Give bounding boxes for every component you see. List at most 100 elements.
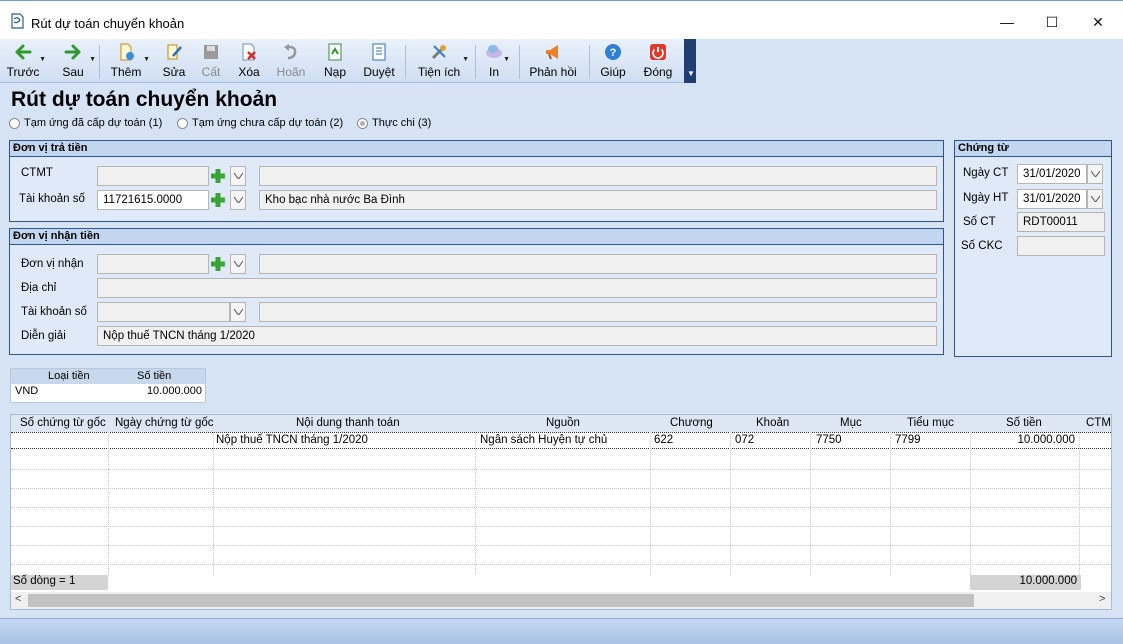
feedback-button[interactable]: Phản hồi xyxy=(525,39,581,83)
overflow-chevron-icon: ▼ xyxy=(687,69,695,78)
utility-dropdown-icon[interactable]: ▼ xyxy=(462,56,469,63)
approve-button[interactable]: Duyệt xyxy=(359,39,399,83)
cell-chapter[interactable]: 622 xyxy=(654,434,673,446)
grid-row-line xyxy=(11,564,1111,565)
posting-date-input[interactable]: 31/01/2020 xyxy=(1017,189,1087,209)
cell-subsection[interactable]: 7799 xyxy=(895,434,921,446)
print-dropdown-icon[interactable]: ▼ xyxy=(503,56,510,63)
payee-unit-description xyxy=(259,254,937,274)
delete-icon xyxy=(242,43,256,61)
print-icon xyxy=(486,45,502,58)
table-row[interactable]: Nộp thuế TNCN tháng 1/2020 Ngân sách Huy… xyxy=(11,432,1111,449)
voucher-date-input[interactable]: 31/01/2020 xyxy=(1017,164,1087,184)
back-label: Trước xyxy=(6,65,40,79)
cell-content[interactable]: Nộp thuế TNCN tháng 1/2020 xyxy=(216,434,368,446)
cell-section[interactable]: 7750 xyxy=(816,434,842,446)
grid-footer: Số dòng = 1 10.000.000 xyxy=(11,575,1111,590)
col-header-section[interactable]: Mục xyxy=(840,417,862,429)
back-button[interactable]: Trước ▼ xyxy=(4,39,46,83)
currency-table-header: Loại tiền Số tiền xyxy=(11,369,205,384)
save-label: Cất xyxy=(201,65,221,79)
ckc-input[interactable] xyxy=(1017,236,1105,256)
cell-item[interactable]: 072 xyxy=(735,434,754,446)
load-button[interactable]: Nạp xyxy=(318,39,352,83)
radio-label: Tạm ứng chưa cấp dự toán (2) xyxy=(192,117,344,129)
payer-account-input[interactable]: 11721615.0000 xyxy=(97,190,209,210)
back-dropdown-icon[interactable]: ▼ xyxy=(39,56,46,63)
scrollbar-thumb[interactable] xyxy=(28,594,974,607)
add-payee-icon[interactable] xyxy=(209,255,227,273)
col-header-doc-no[interactable]: Số chứng từ gốc xyxy=(20,417,106,429)
row-count: Số dòng = 1 xyxy=(11,575,108,590)
payee-account-description xyxy=(259,302,937,322)
add-dropdown-icon[interactable]: ▼ xyxy=(143,56,150,63)
edit-button[interactable]: Sửa xyxy=(157,39,191,83)
payee-account-input[interactable] xyxy=(97,302,230,322)
col-header-amount[interactable]: Số tiền xyxy=(1006,417,1042,429)
radio-advance-allocated[interactable]: Tạm ứng đã cấp dự toán (1) xyxy=(9,117,162,129)
payee-unit-dropdown[interactable] xyxy=(230,254,246,274)
scroll-left-icon[interactable]: < xyxy=(15,593,21,605)
payee-account-dropdown[interactable] xyxy=(230,302,246,322)
radio-circle-icon xyxy=(177,117,188,129)
utility-button[interactable]: Tiện ích ▼ xyxy=(413,39,469,83)
close-window-button[interactable]: ✕ xyxy=(1078,9,1118,35)
payer-group-title: Đơn vị trả tiền xyxy=(10,141,943,157)
posting-date-picker[interactable] xyxy=(1087,189,1103,209)
toolbar-separator xyxy=(405,45,406,79)
radio-selected-icon xyxy=(357,117,368,129)
col-header-source[interactable]: Nguồn xyxy=(546,417,580,429)
col-header-ctmt[interactable]: CTMT xyxy=(1086,417,1111,429)
horizontal-scrollbar[interactable]: < > xyxy=(11,592,1111,609)
toolbar-overflow-button[interactable]: ▼ xyxy=(684,39,696,83)
help-button[interactable]: ? Giúp xyxy=(596,39,630,83)
scroll-right-icon[interactable]: > xyxy=(1099,593,1105,605)
payee-unit-input[interactable] xyxy=(97,254,209,274)
payer-account-label: Tài khoản số xyxy=(19,193,85,205)
address-input[interactable] xyxy=(97,278,937,298)
ctmt-dropdown[interactable] xyxy=(230,166,246,186)
add-button[interactable]: Thêm ▼ xyxy=(106,39,150,83)
col-header-doc-date[interactable]: Ngày chứng từ gốc xyxy=(115,417,214,429)
currency-code: VND xyxy=(15,385,39,397)
payer-account-dropdown[interactable] xyxy=(230,190,246,210)
next-button[interactable]: Sau ▼ xyxy=(54,39,96,83)
col-header-content[interactable]: Nội dung thanh toán xyxy=(296,417,400,429)
minimize-button[interactable]: — xyxy=(987,9,1027,35)
approve-icon xyxy=(372,43,386,61)
radio-actual-spending[interactable]: Thực chi (3) xyxy=(357,117,431,129)
ctmt-input[interactable] xyxy=(97,166,209,186)
currency-table: Loại tiền Số tiền VND 10.000.000 xyxy=(10,368,206,403)
grid-row-line xyxy=(11,488,1111,489)
currency-row[interactable]: VND 10.000.000 xyxy=(11,384,205,400)
save-button[interactable]: Cất xyxy=(195,39,227,83)
maximize-button[interactable]: ☐ xyxy=(1032,9,1072,35)
posting-date-label: Ngày HT xyxy=(963,192,1009,204)
voucher-group-title: Chứng từ xyxy=(955,141,1111,157)
print-button[interactable]: In ▼ xyxy=(482,39,510,83)
voucher-date-picker[interactable] xyxy=(1087,164,1103,184)
megaphone-icon xyxy=(546,45,558,60)
grid-column-line xyxy=(475,432,476,577)
add-ctmt-icon[interactable] xyxy=(209,167,227,185)
col-header-subsection[interactable]: Tiểu mục xyxy=(907,417,954,429)
undo-button[interactable]: Hoãn xyxy=(272,39,310,83)
delete-button[interactable]: Xóa xyxy=(232,39,266,83)
memo-input[interactable]: Nộp thuế TNCN tháng 1/2020 xyxy=(97,326,937,346)
grid-row-line xyxy=(11,526,1111,527)
col-header-item[interactable]: Khoản xyxy=(756,417,789,429)
next-dropdown-icon[interactable]: ▼ xyxy=(89,56,96,63)
payee-group-title: Đơn vị nhận tiền xyxy=(10,229,943,245)
load-label: Nạp xyxy=(323,65,346,79)
cell-source[interactable]: Ngân sách Huyện tự chủ xyxy=(480,434,607,446)
voucher-no-input[interactable]: RDT00011 xyxy=(1017,212,1105,232)
close-button[interactable]: Đóng xyxy=(638,39,678,83)
col-header-chapter[interactable]: Chương xyxy=(670,417,713,429)
payee-account-label: Tài khoản số xyxy=(21,306,87,318)
payer-account-description: Kho bạc nhà nước Ba Đình xyxy=(259,190,937,210)
chevron-down-icon xyxy=(1090,171,1100,177)
cell-amount[interactable]: 10.000.000 xyxy=(1017,434,1075,446)
add-account-icon[interactable] xyxy=(209,191,227,209)
radio-advance-unallocated[interactable]: Tạm ứng chưa cấp dự toán (2) xyxy=(177,117,343,129)
grid-column-line xyxy=(650,432,651,577)
